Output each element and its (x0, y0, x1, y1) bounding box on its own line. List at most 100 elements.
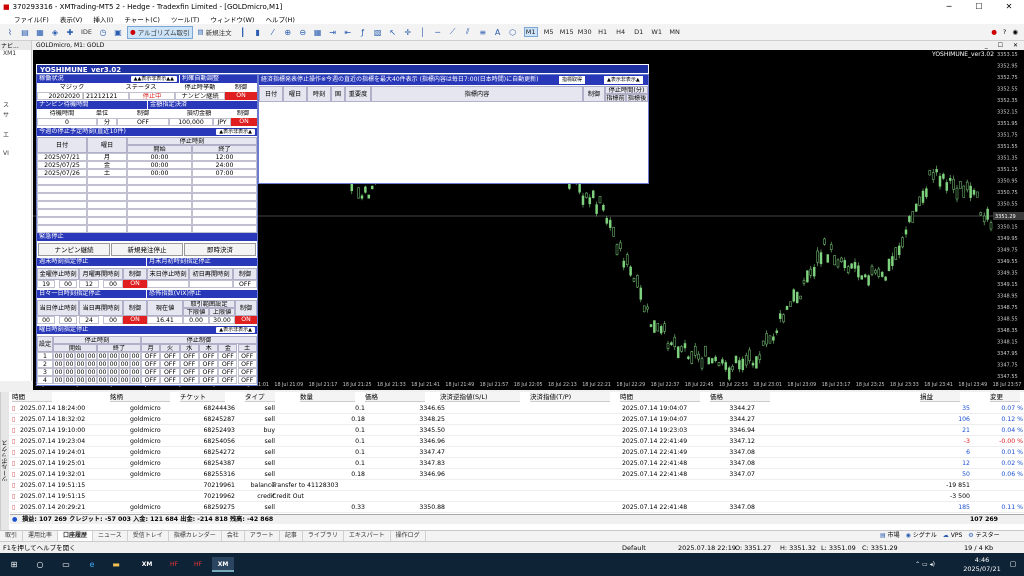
bar-chart-icon[interactable]: ┃ (237, 26, 249, 39)
wd-time-input[interactable]: 00 (97, 376, 108, 384)
wd-day-toggle[interactable]: OFF (218, 376, 238, 384)
wd-time-input[interactable]: 00 (86, 376, 97, 384)
wd-day-toggle[interactable]: OFF (198, 352, 219, 360)
market-link[interactable]: ▤ 市場 (880, 531, 900, 541)
tab-1[interactable]: 運用比率 (23, 531, 59, 541)
wd-day-toggle[interactable]: OFF (237, 352, 257, 360)
hist-col-header[interactable]: チケット (180, 392, 225, 402)
tab-4[interactable]: 受信トレイ (128, 531, 169, 541)
timeframe-m15[interactable]: M15 (560, 28, 574, 36)
data-window-icon[interactable]: ✚ (64, 26, 76, 39)
wd-time-input[interactable]: 00 (64, 352, 75, 360)
menu-tools[interactable]: ツール(T) (171, 14, 200, 24)
tab-9[interactable]: ライブラリ (303, 531, 344, 541)
tab-2[interactable]: 口座履歴 (58, 531, 94, 541)
wd-time-input[interactable]: 00 (97, 368, 108, 376)
daily-resume-minute[interactable]: 00 (103, 316, 123, 324)
wd-time-input[interactable]: 00 (119, 352, 130, 360)
market-watch-icon[interactable]: ◈ (49, 26, 61, 39)
hist-col-header[interactable]: タイプ (245, 392, 275, 402)
hfm-app-icon-1[interactable]: HF (164, 557, 184, 572)
navigator-item[interactable] (0, 140, 31, 150)
wd-day-toggle[interactable]: OFF (160, 368, 180, 376)
wd-day-toggle[interactable]: OFF (179, 352, 199, 360)
menu-view[interactable]: 表示(V) (60, 14, 83, 24)
wd-time-input[interactable]: 00 (75, 368, 86, 376)
templates-icon[interactable]: ▧ (372, 26, 384, 39)
wd-day-toggle[interactable]: OFF (198, 360, 219, 368)
table-row[interactable]: ▯ 2025.07.14 18:24:00 goldmicro 68244436 sel… (10, 404, 1024, 414)
wd-time-input[interactable]: 00 (97, 352, 108, 360)
hist-col-header[interactable]: 価格 (710, 392, 770, 402)
timeframe-m1[interactable]: M1 (523, 27, 538, 37)
fibonacci-icon[interactable]: ≡ (477, 26, 489, 39)
monthend-control-toggle[interactable]: OFF (233, 280, 257, 288)
new-order-stop-button[interactable]: 新規発注停止 (111, 243, 183, 256)
timeframe-m5[interactable]: M5 (542, 28, 556, 36)
tray-icons[interactable]: ⌃ ▭ ◂) (905, 557, 945, 572)
vps-link[interactable]: ☁ VPS (943, 531, 962, 541)
wd-time-input[interactable]: 00 (119, 376, 130, 384)
hist-col-header[interactable]: 時間 (620, 392, 700, 402)
wd-time-input[interactable]: 00 (119, 368, 130, 376)
daily-control-toggle[interactable]: ON (123, 316, 147, 324)
algo-trading-button[interactable]: ● アルゴリズム取引 (127, 25, 193, 39)
wd-day-toggle[interactable]: OFF (198, 376, 219, 384)
wd-day-toggle[interactable]: OFF (218, 368, 238, 376)
wd-time-input[interactable]: 00 (108, 360, 119, 368)
clock-date[interactable]: 2025/07/21 (962, 565, 1002, 573)
wd-time-input[interactable]: 00 (130, 360, 141, 368)
wd-time-input[interactable]: 00 (108, 376, 119, 384)
timeframe-d1[interactable]: D1 (632, 28, 646, 36)
wd-time-input[interactable]: 00 (119, 360, 130, 368)
wd-day-toggle[interactable]: OFF (237, 376, 257, 384)
hist-col-header[interactable]: 数量 (300, 392, 355, 402)
tab-8[interactable]: 記事 (280, 531, 303, 541)
wd-time-input[interactable]: 00 (130, 368, 141, 376)
zoom-out-icon[interactable]: ⊖ (297, 26, 309, 39)
wd-day-toggle[interactable]: OFF (141, 352, 161, 360)
wd-day-toggle[interactable]: OFF (179, 360, 199, 368)
table-row[interactable]: ▯ 2025.07.14 19:32:01 goldmicro 68255316 sel… (10, 470, 1024, 480)
toolbox-side-tab[interactable]: ツールボックス (0, 392, 9, 530)
wd-time-input[interactable]: 00 (130, 352, 141, 360)
tile-icon[interactable]: ▦ (312, 26, 324, 39)
control-toggle[interactable]: ON (225, 92, 257, 100)
wait-control-toggle[interactable]: OFF (117, 118, 169, 126)
wd-time-input[interactable]: 00 (53, 376, 64, 384)
crosshair-icon[interactable]: ✛ (402, 26, 414, 39)
clock-time[interactable]: 4:46 (962, 556, 1002, 564)
wd-day-toggle[interactable]: OFF (179, 376, 199, 384)
shift-icon[interactable]: ⇤ (342, 26, 354, 39)
tab-7[interactable]: アラート (245, 531, 280, 541)
table-row[interactable]: ▯ 2025.07.14 19:24:01 goldmicro 68254272 sel… (10, 448, 1024, 458)
hist-col-header[interactable]: 決済逆指値(S/L) (440, 392, 520, 402)
explorer-icon[interactable]: ▬ (108, 557, 124, 572)
wd-time-input[interactable]: 00 (75, 360, 86, 368)
schedule-toggle-button[interactable]: ▲表示非表示▲ (216, 129, 255, 135)
minimize-button[interactable]: ─ (934, 2, 964, 11)
notifications-icon[interactable]: ▢ (1006, 557, 1020, 572)
daily-stop-hour[interactable]: 00 (37, 316, 55, 324)
maximize-button[interactable]: ☐ (964, 2, 994, 11)
table-row[interactable]: ▯ 2025.07.14 20:29:21 goldmicro 68259275 sel… (10, 503, 1024, 513)
wd-day-toggle[interactable]: OFF (218, 360, 238, 368)
new-order-button[interactable]: ▤ 新規注文 (196, 26, 234, 39)
wd-time-input[interactable]: 00 (75, 376, 86, 384)
indicators-icon[interactable]: ƒ (357, 26, 369, 39)
menu-chart[interactable]: チャート(C) (124, 14, 160, 24)
cursor-icon[interactable]: ↖ (387, 26, 399, 39)
table-row[interactable]: ▯ 2025.07.14 19:51:15 70219962 credit Credit… (10, 492, 1024, 502)
settle-control-toggle[interactable]: ON (231, 118, 257, 126)
wd-day-toggle[interactable]: OFF (218, 352, 238, 360)
immediate-settle-button[interactable]: 即時決済 (184, 243, 256, 256)
shapes-icon[interactable]: ⬡ (507, 26, 519, 39)
hfm-app-icon-2[interactable]: HF (188, 557, 208, 572)
wd-day-toggle[interactable]: OFF (141, 376, 161, 384)
news-fetch-button[interactable]: 指標取得 (559, 76, 586, 84)
start-icon[interactable]: ⊞ (6, 557, 22, 572)
terminal-icon[interactable]: ▣ (112, 26, 124, 39)
navigator-item[interactable] (0, 120, 31, 130)
timeframe-m30[interactable]: M30 (578, 28, 592, 36)
tab-11[interactable]: 操作ログ (391, 531, 426, 541)
